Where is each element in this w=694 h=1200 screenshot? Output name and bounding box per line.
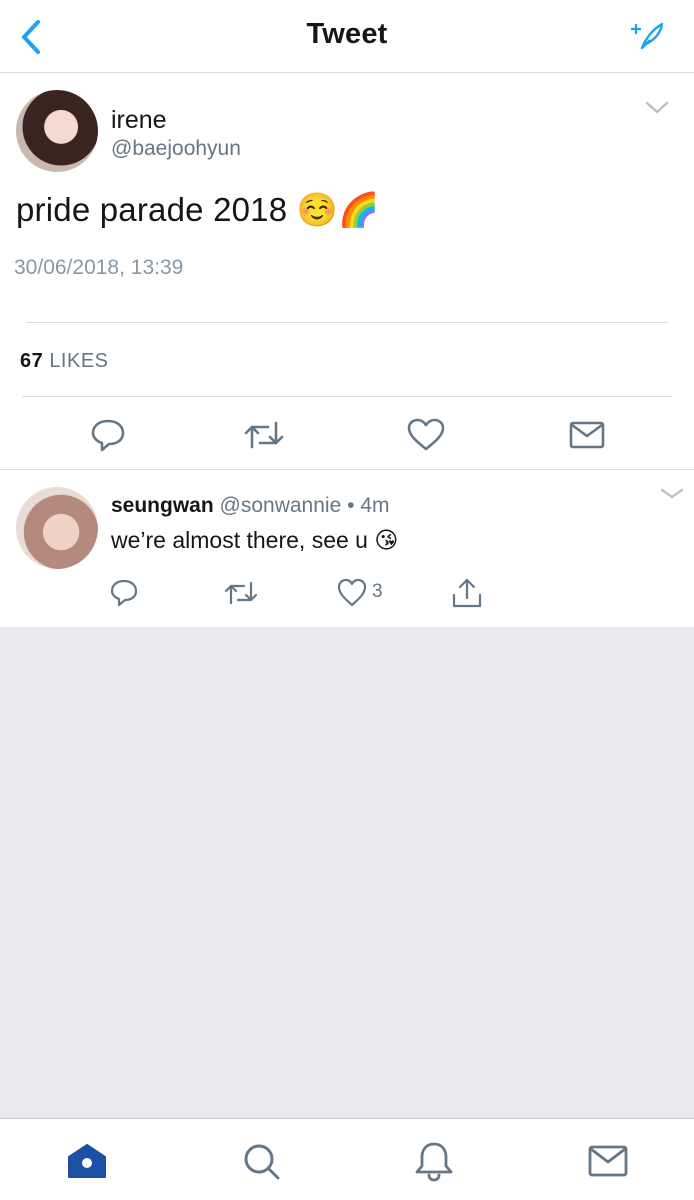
likes-count: 67 bbox=[20, 350, 44, 372]
like-icon bbox=[407, 418, 445, 451]
mail-icon bbox=[588, 1145, 628, 1177]
tab-search[interactable] bbox=[239, 1139, 283, 1183]
tweet-timestamp: 30/06/2018, 13:39 bbox=[14, 256, 184, 279]
tweet-emojis: ☺️🌈 bbox=[296, 190, 380, 229]
like-button[interactable] bbox=[406, 417, 446, 453]
reply-like-count: 3 bbox=[372, 581, 383, 602]
divider bbox=[26, 322, 668, 323]
avatar[interactable] bbox=[16, 487, 98, 569]
tab-messages[interactable] bbox=[586, 1139, 630, 1183]
empty-background bbox=[0, 627, 694, 1118]
author-name[interactable]: irene bbox=[111, 106, 167, 135]
reply-retweet-button[interactable] bbox=[224, 577, 258, 609]
reply-share-button[interactable] bbox=[450, 577, 484, 609]
avatar[interactable] bbox=[16, 90, 98, 172]
reply-like-button[interactable]: 3 bbox=[336, 577, 392, 609]
bell-icon bbox=[415, 1142, 453, 1182]
reply-button[interactable] bbox=[88, 417, 128, 453]
reply-time: 4m bbox=[360, 494, 390, 517]
tweet-text-content: pride parade 2018 bbox=[16, 191, 288, 228]
reply-tweet[interactable]: seungwan @sonwannie • 4m we’re almost th… bbox=[0, 471, 694, 627]
reply-author-name[interactable]: seungwan bbox=[111, 494, 214, 517]
likes-summary[interactable]: 67 LIKES bbox=[20, 350, 109, 373]
reply-options-button[interactable] bbox=[658, 485, 686, 505]
home-icon bbox=[68, 1144, 106, 1178]
tab-bar bbox=[0, 1118, 694, 1200]
compose-button[interactable] bbox=[628, 18, 668, 54]
chevron-down-icon bbox=[660, 488, 684, 499]
tab-home[interactable] bbox=[65, 1139, 109, 1183]
retweet-icon bbox=[244, 421, 284, 449]
tweet-text: pride parade 2018 ☺️🌈 bbox=[16, 190, 379, 230]
reply-emoji: 😘 bbox=[374, 528, 399, 554]
separator-dot: • bbox=[347, 494, 355, 517]
direct-message-button[interactable] bbox=[567, 417, 607, 453]
retweet-icon bbox=[224, 581, 258, 605]
compose-sparkle-icon bbox=[631, 22, 664, 50]
likes-label: LIKES bbox=[49, 350, 109, 372]
reply-header: seungwan @sonwannie • 4m bbox=[111, 494, 390, 518]
reply-icon bbox=[91, 419, 125, 452]
reply-text-content: we’re almost there, see u bbox=[111, 527, 368, 553]
search-icon bbox=[244, 1144, 280, 1180]
page-title: Tweet bbox=[306, 18, 388, 50]
share-icon bbox=[452, 578, 482, 608]
reply-text: we’re almost there, see u 😘 bbox=[111, 527, 398, 554]
main-tweet: irene @baejoohyun pride parade 2018 ☺️🌈 … bbox=[0, 74, 694, 470]
reply-reply-button[interactable] bbox=[108, 577, 140, 609]
divider bbox=[22, 396, 672, 397]
reply-author-handle[interactable]: @sonwannie bbox=[220, 494, 342, 517]
retweet-button[interactable] bbox=[244, 417, 284, 453]
direct-message-icon bbox=[569, 421, 605, 449]
like-icon bbox=[337, 578, 367, 607]
tweet-options-button[interactable] bbox=[643, 98, 671, 118]
reply-icon bbox=[110, 579, 138, 607]
navigation-bar: Tweet bbox=[0, 0, 694, 73]
author-handle[interactable]: @baejoohyun bbox=[111, 137, 241, 161]
tab-notifications[interactable] bbox=[412, 1139, 456, 1183]
chevron-down-icon bbox=[645, 101, 669, 114]
